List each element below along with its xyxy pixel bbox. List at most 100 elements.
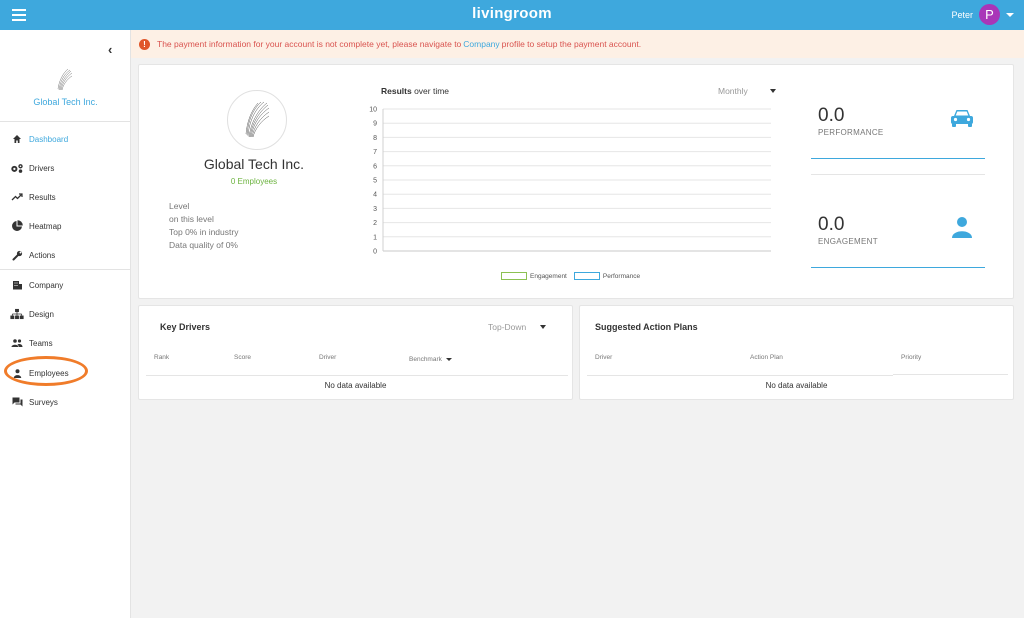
chart-title: Results over time: [381, 86, 449, 96]
chevron-down-icon: [769, 89, 776, 93]
sidebar-item-surveys[interactable]: Surveys: [0, 391, 131, 413]
avatar: P: [979, 4, 1000, 25]
wrench-icon: [10, 249, 24, 261]
sidebar-item-label: Actions: [29, 250, 56, 260]
chart-legend: Engagement Performance: [501, 272, 640, 280]
chart-title-bold: Results: [381, 86, 412, 96]
person-icon: [952, 217, 972, 238]
sidebar-item-label: Company: [29, 280, 64, 290]
column-header-rank[interactable]: Rank: [154, 354, 169, 361]
y-tick-label: 3: [373, 206, 377, 213]
y-tick-label: 6: [373, 163, 377, 170]
period-select[interactable]: Monthly: [718, 86, 776, 96]
stat-on-level: on this level: [169, 214, 214, 224]
sidebar-item-label: Results: [29, 192, 56, 202]
sidebar-item-teams[interactable]: Teams: [0, 332, 131, 354]
sidebar-item-label: Drivers: [29, 163, 55, 173]
user-menu[interactable]: Peter P: [951, 4, 1014, 25]
sitemap-icon: [10, 308, 24, 320]
column-header-driver[interactable]: Driver: [319, 354, 336, 361]
divider: [0, 121, 131, 122]
company-stats: Level on this level Top 0% in industry D…: [169, 200, 238, 252]
column-header-benchmark[interactable]: Benchmark: [409, 356, 452, 363]
empty-message: No data available: [324, 381, 387, 390]
app-brand[interactable]: livingroom: [0, 5, 1024, 22]
y-tick-label: 8: [373, 135, 377, 142]
chevron-down-icon: [1006, 12, 1014, 17]
action-plans-card: Suggested Action Plans Driver Action Pla…: [579, 305, 1014, 400]
legend-label-performance: Performance: [602, 272, 641, 280]
kpi-label: ENGAGEMENT: [818, 237, 878, 246]
drivers-mode-value: Top-Down: [488, 322, 527, 332]
action-plans-title: Suggested Action Plans: [595, 322, 698, 332]
legend-swatch-performance[interactable]: [573, 272, 600, 280]
home-icon: [10, 133, 24, 145]
y-tick-label: 0: [373, 249, 377, 256]
sidebar-item-label: Teams: [29, 338, 53, 348]
kpi-underline: [811, 158, 985, 159]
sidebar-item-employees[interactable]: Employees: [0, 362, 131, 384]
sidebar-item-results[interactable]: Results: [0, 186, 131, 208]
pie-chart-icon: [10, 220, 24, 232]
legend-swatch-engagement[interactable]: [501, 272, 527, 280]
feather-icon: [245, 101, 270, 138]
column-header-score[interactable]: Score: [234, 354, 251, 361]
sidebar-item-dashboard[interactable]: Dashboard: [0, 128, 131, 150]
y-tick-label: 4: [373, 192, 377, 199]
sidebar-item-label: Surveys: [29, 397, 58, 407]
kpi-underline: [811, 267, 985, 268]
y-tick-label: 9: [373, 121, 377, 128]
divider: [0, 269, 131, 270]
sidebar-item-drivers[interactable]: Drivers: [0, 157, 131, 179]
drivers-mode-select[interactable]: Top-Down: [488, 322, 547, 332]
sidebar-item-company[interactable]: Company: [0, 274, 131, 296]
alert-text-after: profile to setup the payment account.: [501, 39, 642, 49]
car-icon: [951, 110, 973, 127]
empty-message: No data available: [765, 381, 828, 390]
warning-icon: !: [139, 38, 150, 50]
sidebar-item-label: Heatmap: [29, 221, 62, 231]
summary-card: Global Tech Inc. 0 Employees Level on th…: [138, 64, 1014, 299]
stat-industry: Top 0% in industry: [169, 227, 239, 237]
chevron-down-icon: [445, 357, 452, 361]
sidebar-item-label: Design: [29, 309, 54, 319]
column-header-action-plan[interactable]: Action Plan: [750, 354, 783, 361]
kpi-value: 0.0: [818, 214, 845, 235]
chevron-down-icon: [540, 325, 547, 329]
sidebar-item-design[interactable]: Design: [0, 303, 131, 325]
gears-icon: [10, 162, 24, 174]
benchmark-label: Benchmark: [409, 356, 442, 363]
key-drivers-card: Key Drivers Top-Down Rank Score Driver B…: [138, 305, 573, 400]
kpi-performance: 0.0 PERFORMANCE: [811, 65, 985, 159]
kpi-value: 0.0: [818, 105, 845, 126]
kpi-engagement: 0.0 ENGAGEMENT: [811, 174, 985, 268]
header-divider: [587, 375, 893, 376]
org-logo: [57, 68, 73, 91]
y-tick-label: 10: [369, 107, 377, 114]
stat-level: Level: [169, 201, 190, 211]
sidebar-item-heatmap[interactable]: Heatmap: [0, 215, 131, 237]
column-header-driver[interactable]: Driver: [595, 354, 612, 361]
company-name: Global Tech Inc.: [203, 156, 305, 172]
period-value: Monthly: [718, 86, 748, 96]
key-drivers-title: Key Drivers: [160, 322, 211, 332]
kpi-label: PERFORMANCE: [818, 128, 884, 137]
sidebar: ‹ Global Tech Inc. Dashboard Drivers Res…: [0, 30, 131, 618]
alert-text: The payment information for your account…: [157, 39, 462, 49]
y-tick-label: 1: [373, 234, 377, 241]
company-link[interactable]: Company: [463, 39, 499, 49]
stat-data-quality: Data quality of 0%: [169, 240, 238, 250]
results-chart: 0 1 2 3 4 5 6 7 8 9 10: [369, 107, 771, 256]
trending-up-icon: [10, 191, 24, 203]
y-tick-label: 7: [373, 149, 377, 156]
people-icon: [10, 337, 24, 349]
payment-alert: ! The payment information for your accou…: [131, 30, 1024, 58]
sidebar-item-actions[interactable]: Actions: [0, 244, 131, 266]
org-name[interactable]: Global Tech Inc.: [0, 97, 131, 107]
employee-count[interactable]: 0 Employees: [179, 177, 329, 186]
chat-icon: [10, 396, 24, 408]
y-tick-label: 2: [373, 220, 377, 227]
column-header-priority[interactable]: Priority: [901, 354, 921, 361]
person-icon: [10, 367, 24, 379]
collapse-sidebar-icon[interactable]: ‹: [108, 42, 112, 57]
